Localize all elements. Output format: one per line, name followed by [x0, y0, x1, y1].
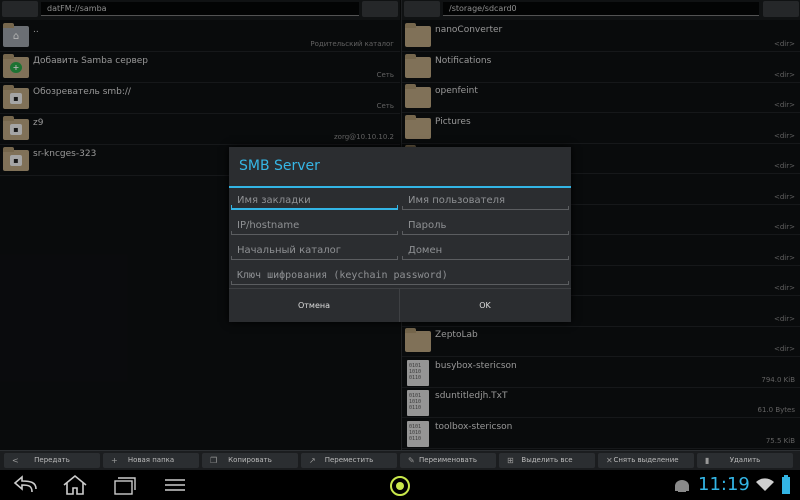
new-folder-button[interactable]: + Новая папка — [103, 453, 199, 468]
username-input[interactable]: Имя пользователя — [402, 192, 569, 210]
dialog-divider — [229, 186, 571, 188]
dialog-title: SMB Server — [239, 158, 320, 174]
status-clock: 11:19 — [698, 474, 750, 495]
plus-icon: + — [111, 456, 118, 465]
pencil-icon: ✎ — [408, 456, 415, 465]
deselect-icon: ✕ — [606, 456, 613, 465]
system-nav-bar: 11:19 — [0, 470, 800, 500]
button-label: Новая папка — [127, 456, 175, 464]
share-icon: < — [12, 456, 19, 465]
app-notification-icon[interactable] — [387, 474, 413, 496]
smb-server-dialog: SMB Server Имя закладки Имя пользователя… — [229, 147, 571, 322]
host-input[interactable]: IP/hostname — [231, 217, 398, 235]
button-label: Снять выделение — [613, 456, 679, 464]
button-label: Копировать — [228, 456, 272, 464]
select-all-button[interactable]: ⊞ Выделить все — [499, 453, 595, 468]
keychain-input[interactable]: Ключ шифрования (keychain password) — [231, 267, 569, 285]
recent-apps-icon[interactable] — [112, 474, 138, 496]
battery-icon — [782, 475, 790, 494]
wifi-icon — [756, 478, 774, 491]
copy-icon: ❐ — [210, 456, 218, 465]
cancel-button[interactable]: Отмена — [229, 289, 399, 322]
button-label: Выделить все — [521, 456, 573, 464]
delete-button[interactable]: ▮ Удалить — [697, 453, 793, 468]
deselect-button[interactable]: ✕ Снять выделение — [598, 453, 694, 468]
android-debug-icon — [675, 480, 689, 492]
select-all-icon: ⊞ — [507, 456, 514, 465]
menu-icon[interactable] — [162, 474, 188, 496]
start-dir-input[interactable]: Начальный каталог — [231, 242, 398, 260]
button-label: Переименовать — [419, 456, 477, 464]
back-icon[interactable] — [12, 474, 40, 496]
button-label: Переместить — [324, 456, 374, 464]
trash-icon: ▮ — [705, 456, 710, 465]
button-label: Удалить — [729, 456, 761, 464]
rename-button[interactable]: ✎ Переименовать — [400, 453, 496, 468]
copy-button[interactable]: ❐ Копировать — [202, 453, 298, 468]
move-icon: ↗ — [309, 456, 316, 465]
domain-input[interactable]: Домен — [402, 242, 569, 260]
action-toolbar: < Передать + Новая папка ❐ Копировать ↗ Пере… — [0, 450, 800, 470]
move-button[interactable]: ↗ Переместить — [301, 453, 397, 468]
ok-button[interactable]: OK — [400, 289, 570, 322]
share-button[interactable]: < Передать — [4, 453, 100, 468]
button-label: Передать — [34, 456, 70, 464]
bookmark-name-input[interactable]: Имя закладки — [231, 192, 398, 210]
home-nav-icon[interactable] — [61, 474, 89, 496]
password-input[interactable]: Пароль — [402, 217, 569, 235]
dialog-button-bar: Отмена OK — [229, 288, 571, 322]
